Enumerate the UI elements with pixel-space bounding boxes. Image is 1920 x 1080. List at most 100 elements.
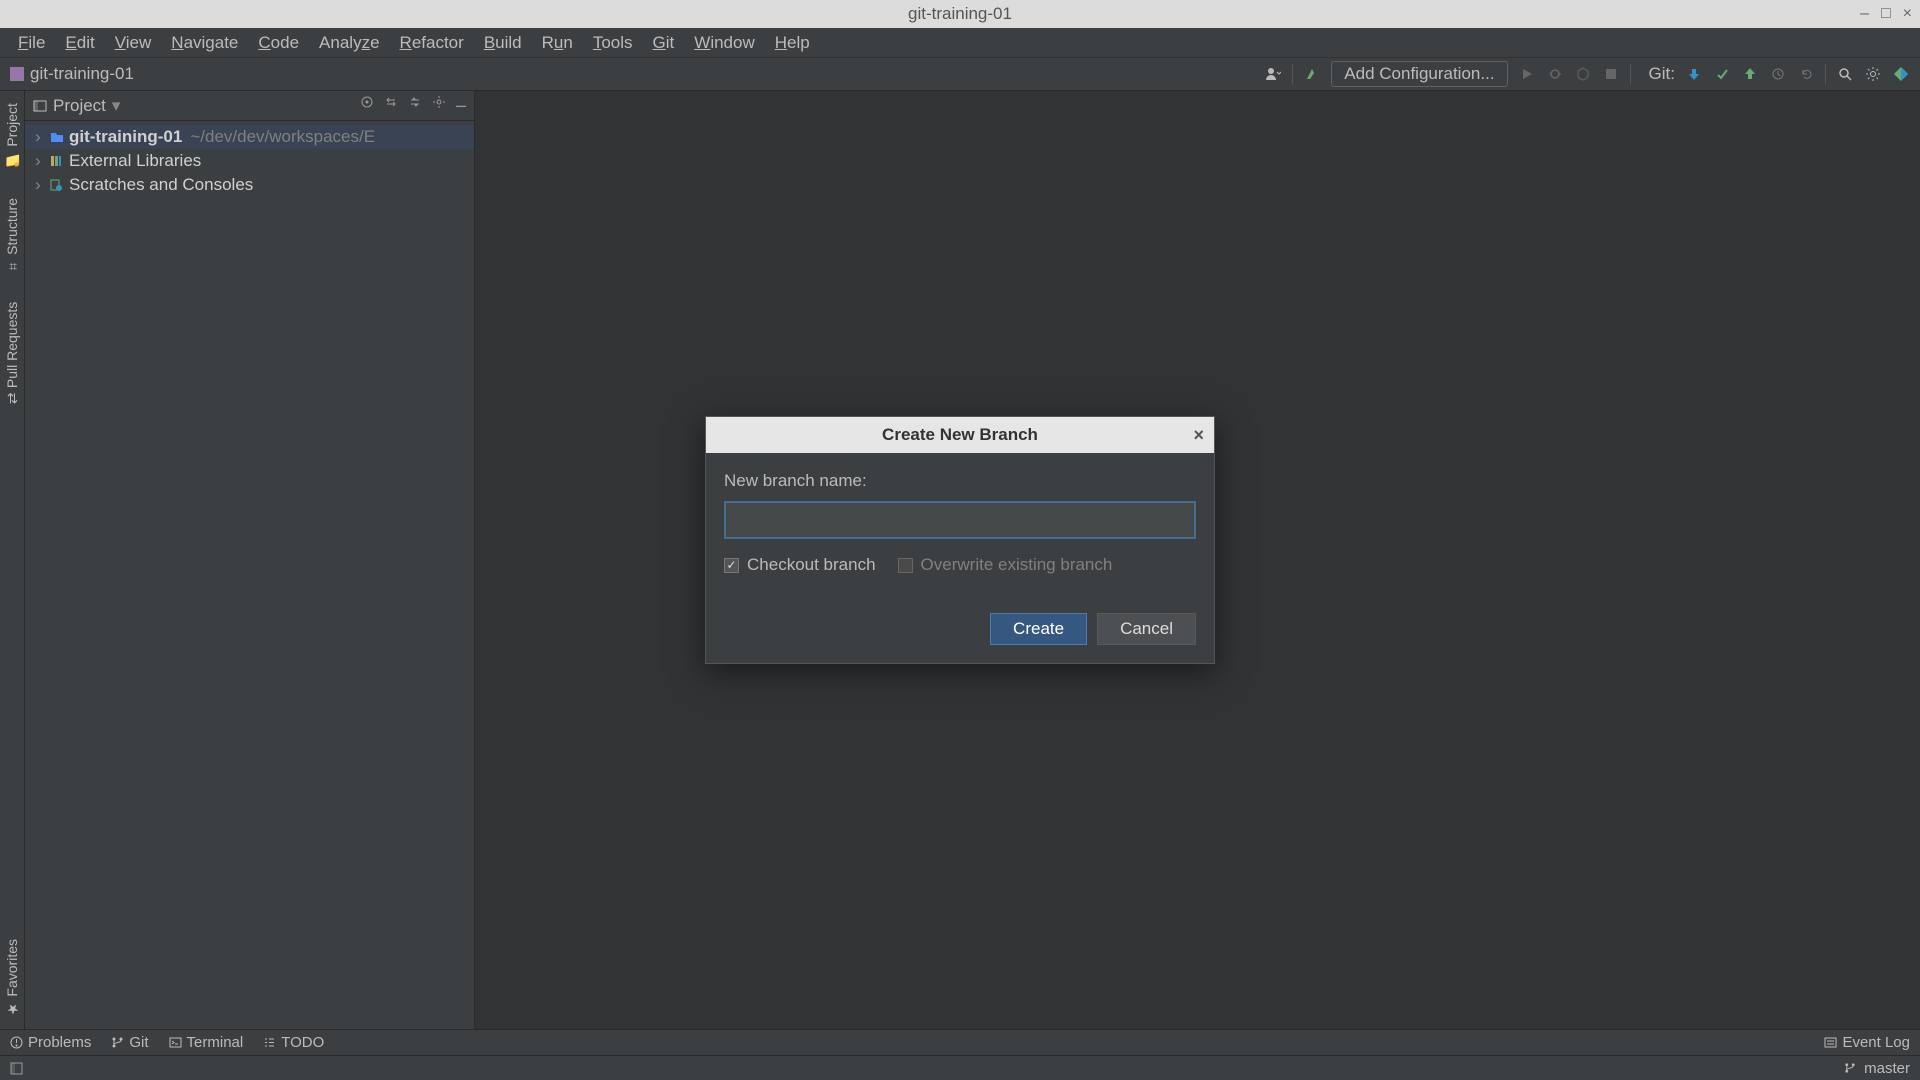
tab-label: Event Log: [1842, 1034, 1910, 1051]
toolbar: git-training-01 Add Configuration... Git…: [0, 58, 1920, 91]
sidebar-view-selector[interactable]: Project ▾: [33, 96, 120, 116]
branch-name-input[interactable]: [724, 501, 1196, 539]
maximize-icon[interactable]: □: [1881, 5, 1891, 23]
menu-view[interactable]: View: [105, 30, 162, 56]
tree-external-libs[interactable]: › External Libraries: [25, 149, 474, 173]
project-sidebar: Project ▾ – › git-training-01 ~/dev/dev/…: [25, 91, 475, 1029]
git-update-icon[interactable]: [1685, 65, 1703, 83]
folder-icon: [49, 129, 65, 145]
run-configuration-selector[interactable]: Add Configuration...: [1331, 61, 1507, 87]
library-icon: [49, 154, 65, 168]
tree-scratches[interactable]: › Scratches and Consoles: [25, 173, 474, 197]
chevron-right-icon[interactable]: ›: [31, 151, 45, 171]
menu-refactor[interactable]: Refactor: [390, 30, 474, 56]
scratch-icon: [49, 178, 65, 192]
tree-root-path: ~/dev/dev/workspaces/E: [190, 127, 375, 147]
debug-icon[interactable]: [1546, 65, 1564, 83]
event-log-icon: [1824, 1036, 1837, 1049]
menu-window[interactable]: Window: [684, 30, 764, 56]
sidebar-header: Project ▾ –: [25, 91, 474, 121]
separator: [1630, 64, 1631, 84]
git-push-icon[interactable]: [1741, 65, 1759, 83]
git-rollback-icon[interactable]: [1797, 65, 1815, 83]
checkbox-label: Overwrite existing branch: [921, 555, 1113, 575]
warning-icon: [10, 1036, 23, 1049]
branch-icon: [1844, 1062, 1856, 1074]
bottom-toolbar: Problems Git Terminal TODO Event Log: [0, 1029, 1920, 1055]
separator: [1292, 64, 1293, 84]
create-branch-dialog: Create New Branch × New branch name: ✓ C…: [705, 416, 1215, 664]
tab-event-log[interactable]: Event Log: [1824, 1034, 1910, 1051]
breadcrumb-project[interactable]: git-training-01: [30, 64, 134, 84]
search-icon[interactable]: [1836, 65, 1854, 83]
checkbox-checked-icon: ✓: [724, 558, 739, 573]
menu-bar: File Edit View Navigate Code Analyze Ref…: [0, 28, 1920, 58]
cancel-button[interactable]: Cancel: [1097, 613, 1196, 645]
tab-todo[interactable]: TODO: [263, 1034, 324, 1051]
user-icon[interactable]: [1264, 65, 1282, 83]
tab-git[interactable]: Git: [111, 1034, 148, 1051]
tab-terminal[interactable]: Terminal: [169, 1034, 244, 1051]
git-label: Git:: [1649, 64, 1675, 84]
current-branch[interactable]: master: [1864, 1060, 1910, 1077]
menu-help[interactable]: Help: [765, 30, 820, 56]
sidebar-title: Project: [53, 96, 106, 116]
tree-item-label: Scratches and Consoles: [69, 175, 253, 195]
gutter-structure[interactable]: ⌗Structure: [4, 198, 20, 273]
terminal-icon: [169, 1036, 182, 1049]
expand-all-icon[interactable]: [384, 95, 398, 116]
tab-label: TODO: [281, 1034, 324, 1051]
tool-window-toggle-icon[interactable]: [10, 1062, 23, 1075]
gutter-favorites[interactable]: ★Favorites: [4, 939, 20, 1017]
checkout-branch-checkbox[interactable]: ✓ Checkout branch: [724, 555, 876, 575]
sidebar-settings-icon[interactable]: [432, 95, 446, 116]
left-gutter: 📁Project ⌗Structure ⇄Pull Requests ★Favo…: [0, 91, 25, 1029]
project-tree: › git-training-01 ~/dev/dev/workspaces/E…: [25, 121, 474, 201]
tab-label: Git: [129, 1034, 148, 1051]
chevron-down-icon: ▾: [112, 96, 121, 116]
menu-navigate[interactable]: Navigate: [161, 30, 248, 56]
tree-item-label: External Libraries: [69, 151, 201, 171]
todo-icon: [263, 1036, 276, 1049]
settings-icon[interactable]: [1864, 65, 1882, 83]
collapse-all-icon[interactable]: [408, 95, 422, 116]
tree-root[interactable]: › git-training-01 ~/dev/dev/workspaces/E: [25, 125, 474, 149]
git-commit-icon[interactable]: [1713, 65, 1731, 83]
run-icon[interactable]: [1518, 65, 1536, 83]
menu-code[interactable]: Code: [248, 30, 309, 56]
tree-root-name: git-training-01: [69, 127, 182, 147]
minimize-icon[interactable]: –: [1860, 5, 1869, 23]
close-window-icon[interactable]: ×: [1903, 5, 1912, 23]
git-history-icon[interactable]: [1769, 65, 1787, 83]
separator: [1825, 64, 1826, 84]
project-icon: [10, 67, 24, 81]
chevron-right-icon[interactable]: ›: [31, 175, 45, 195]
menu-analyze[interactable]: Analyze: [309, 30, 390, 56]
close-icon[interactable]: ×: [1193, 425, 1204, 446]
checkbox-label: Checkout branch: [747, 555, 876, 575]
menu-tools[interactable]: Tools: [583, 30, 643, 56]
chevron-right-icon[interactable]: ›: [31, 127, 45, 147]
tab-label: Problems: [28, 1034, 91, 1051]
dialog-title: Create New Branch: [882, 425, 1038, 445]
menu-run[interactable]: Run: [532, 30, 583, 56]
checkbox-unchecked-icon: [898, 558, 913, 573]
menu-edit[interactable]: Edit: [55, 30, 104, 56]
window-title: git-training-01: [908, 4, 1012, 24]
window-controls: – □ ×: [1860, 5, 1912, 23]
branch-icon: [111, 1036, 124, 1049]
ide-logo-icon[interactable]: [1892, 65, 1910, 83]
create-button[interactable]: Create: [990, 613, 1087, 645]
dialog-titlebar: Create New Branch ×: [706, 417, 1214, 453]
stop-icon[interactable]: [1602, 65, 1620, 83]
coverage-icon[interactable]: [1574, 65, 1592, 83]
menu-git[interactable]: Git: [643, 30, 685, 56]
gutter-project[interactable]: 📁Project: [4, 103, 20, 168]
menu-build[interactable]: Build: [474, 30, 532, 56]
menu-file[interactable]: File: [8, 30, 55, 56]
locate-icon[interactable]: [360, 95, 374, 116]
build-icon[interactable]: [1303, 65, 1321, 83]
hide-icon[interactable]: –: [456, 95, 466, 116]
gutter-pull-requests[interactable]: ⇄Pull Requests: [4, 302, 20, 404]
tab-problems[interactable]: Problems: [10, 1034, 91, 1051]
